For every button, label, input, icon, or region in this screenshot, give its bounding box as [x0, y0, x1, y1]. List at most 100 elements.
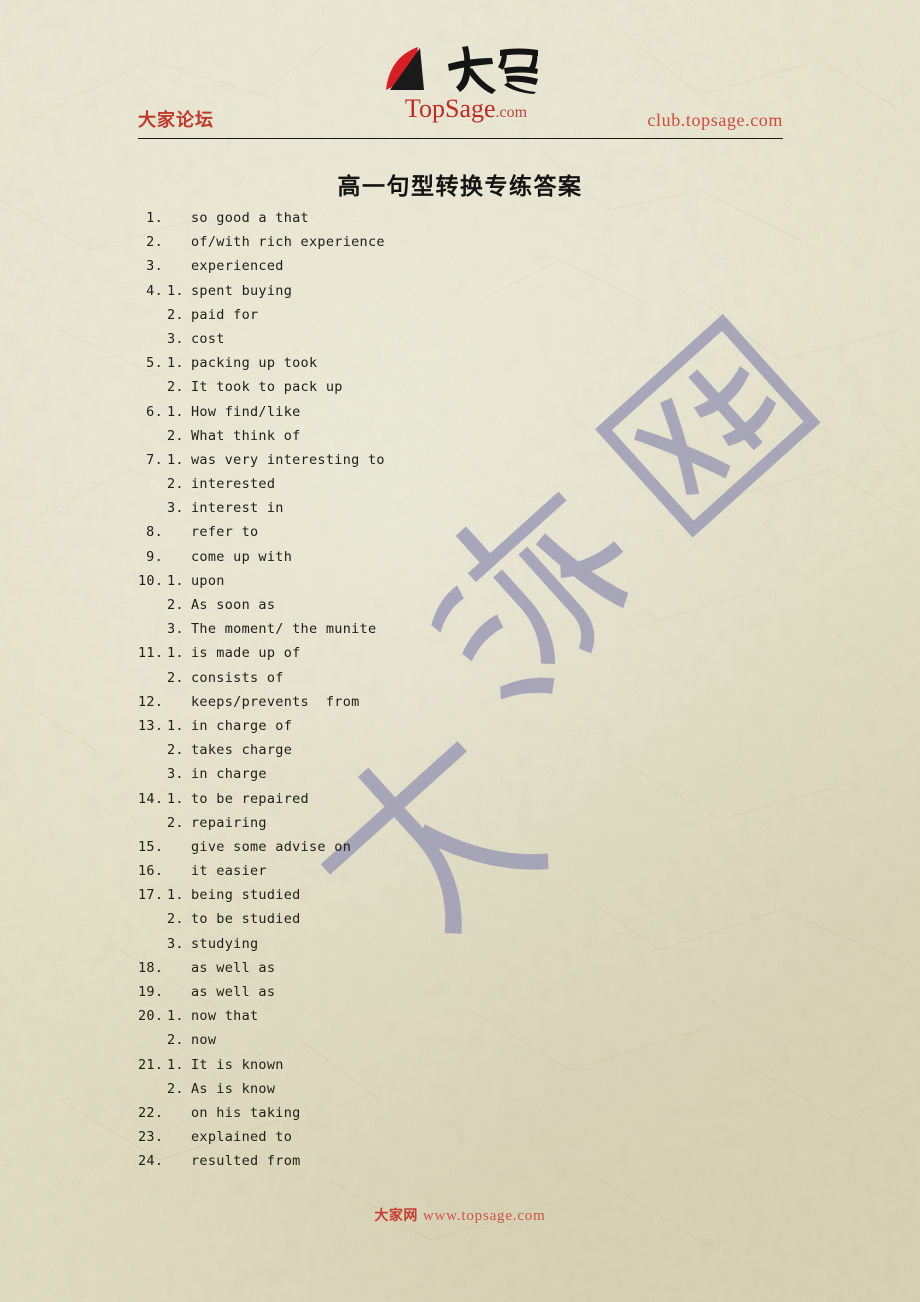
- answer-text: interested: [191, 476, 276, 493]
- answer-sub-number: 1.: [167, 451, 184, 468]
- answer-text: was very interesting to: [191, 451, 385, 468]
- answer-text: refer to: [191, 524, 259, 541]
- topsage-logo: TopSage.com: [374, 44, 554, 130]
- answer-sub-number: 2.: [167, 742, 184, 759]
- answer-row: 6. 1. How find/like: [138, 404, 838, 428]
- answer-row: 2. consists of: [138, 670, 838, 694]
- page-footer: 大家网 www.topsage.com: [0, 1205, 920, 1225]
- answer-sub-number: 2.: [167, 1080, 184, 1097]
- answer-text: is made up of: [191, 645, 301, 662]
- answer-sub-number: 2.: [167, 476, 184, 493]
- answer-number: 5.: [146, 355, 163, 372]
- answer-text: packing up took: [191, 355, 318, 372]
- answer-row: 2. What think of: [138, 428, 838, 452]
- answer-text: it easier: [191, 863, 267, 880]
- answer-sub-number: 1.: [167, 887, 184, 904]
- answer-text: upon: [191, 572, 225, 589]
- answer-text: studying: [191, 935, 259, 952]
- answer-row: 21. 1. It is known: [138, 1057, 838, 1081]
- answer-sub-number: 1.: [167, 282, 184, 299]
- answer-number: 13.: [138, 717, 164, 734]
- answer-sub-number: 1.: [167, 403, 184, 420]
- answer-row: 13. 1. in charge of: [138, 718, 838, 742]
- answer-text: resulted from: [191, 1153, 301, 1170]
- answer-row: 17. 1. being studied: [138, 887, 838, 911]
- answer-sub-number: 1.: [167, 572, 184, 589]
- answer-number: 10.: [138, 572, 164, 589]
- answer-sub-number: 2.: [167, 306, 184, 323]
- answer-text: takes charge: [191, 742, 293, 759]
- answer-text: to be studied: [191, 911, 301, 928]
- answer-row: 8. refer to: [138, 524, 838, 548]
- document-page: 大家论坛 TopSage.com club.topsage.com 高一句型转换…: [0, 0, 920, 1302]
- answer-number: 11.: [138, 645, 164, 662]
- answer-number: 18.: [138, 959, 164, 976]
- answer-sub-number: 2.: [167, 911, 184, 928]
- answer-text: cost: [191, 330, 225, 347]
- answer-sub-number: 3.: [167, 935, 184, 952]
- answer-number: 12.: [138, 693, 164, 710]
- answer-row: 3. studying: [138, 936, 838, 960]
- answer-text: now: [191, 1032, 217, 1049]
- answer-number: 3.: [146, 258, 163, 275]
- answer-list: 1. so good a that 2. of/with rich experienc…: [138, 210, 838, 1178]
- answer-number: 21.: [138, 1056, 164, 1073]
- page-title: 高一句型转换专练答案: [337, 174, 583, 200]
- answer-row: 19. as well as: [138, 984, 838, 1008]
- answer-row: 7. 1. was very interesting to: [138, 452, 838, 476]
- answer-row: 24. resulted from: [138, 1153, 838, 1177]
- answer-number: 4.: [146, 282, 163, 299]
- answer-sub-number: 3.: [167, 330, 184, 347]
- answer-row: 15. give some advise on: [138, 839, 838, 863]
- answer-text: How find/like: [191, 403, 301, 420]
- answer-text: What think of: [191, 427, 301, 444]
- answer-sub-number: 2.: [167, 814, 184, 831]
- logo-chinese-brush: [448, 46, 538, 94]
- answer-row: 20. 1. now that: [138, 1008, 838, 1032]
- answer-row: 2. paid for: [138, 307, 838, 331]
- header-divider: [138, 138, 783, 139]
- answer-row: 2. now: [138, 1032, 838, 1056]
- answer-sub-number: 2.: [167, 427, 184, 444]
- forum-name-label: 大家论坛: [138, 110, 214, 131]
- answer-text: explained to: [191, 1129, 293, 1146]
- answer-row: 3. experienced: [138, 258, 838, 282]
- answer-text: It took to pack up: [191, 379, 343, 396]
- answer-sub-number: 1.: [167, 717, 184, 734]
- answer-row: 3. cost: [138, 331, 838, 355]
- answer-row: 1. so good a that: [138, 210, 838, 234]
- answer-row: 2. repairing: [138, 815, 838, 839]
- answer-number: 19.: [138, 984, 164, 1000]
- page-header: 大家论坛 TopSage.com club.topsage.com: [138, 44, 783, 140]
- answer-number: 7.: [146, 451, 163, 468]
- answer-text: in charge: [191, 766, 267, 783]
- answer-number: 22.: [138, 1104, 164, 1121]
- answer-sub-number: 3.: [167, 621, 184, 638]
- topsage-logo-mark: [386, 47, 424, 90]
- answer-text: spent buying: [191, 282, 293, 299]
- answer-row: 2. takes charge: [138, 742, 838, 766]
- answer-text: As soon as: [191, 597, 276, 613]
- answer-text: as well as: [191, 984, 276, 1000]
- answer-text: keeps/prevents from: [191, 693, 360, 710]
- answer-text: as well as: [191, 959, 276, 976]
- answer-row: 11. 1. is made up of: [138, 645, 838, 669]
- footer-site-name: 大家网: [374, 1208, 418, 1224]
- answer-number: 8.: [146, 524, 163, 541]
- answer-text: It is known: [191, 1056, 284, 1073]
- answer-number: 20.: [138, 1008, 164, 1025]
- answer-number: 6.: [146, 403, 163, 420]
- answer-text: paid for: [191, 306, 259, 323]
- answer-text: being studied: [191, 887, 301, 904]
- answer-sub-number: 2.: [167, 1032, 184, 1049]
- answer-row: 2. As is know: [138, 1081, 838, 1105]
- answer-row: 22. on his taking: [138, 1105, 838, 1129]
- answer-row: 2. to be studied: [138, 911, 838, 935]
- answer-number: 24.: [138, 1153, 164, 1170]
- answer-row: 2. interested: [138, 476, 838, 500]
- answer-row: 10. 1. upon: [138, 573, 838, 597]
- answer-row: 4. 1. spent buying: [138, 283, 838, 307]
- topsage-wordmark: TopSage.com: [378, 96, 554, 122]
- answer-number: 14.: [138, 790, 164, 807]
- club-url-label: club.topsage.com: [647, 110, 783, 130]
